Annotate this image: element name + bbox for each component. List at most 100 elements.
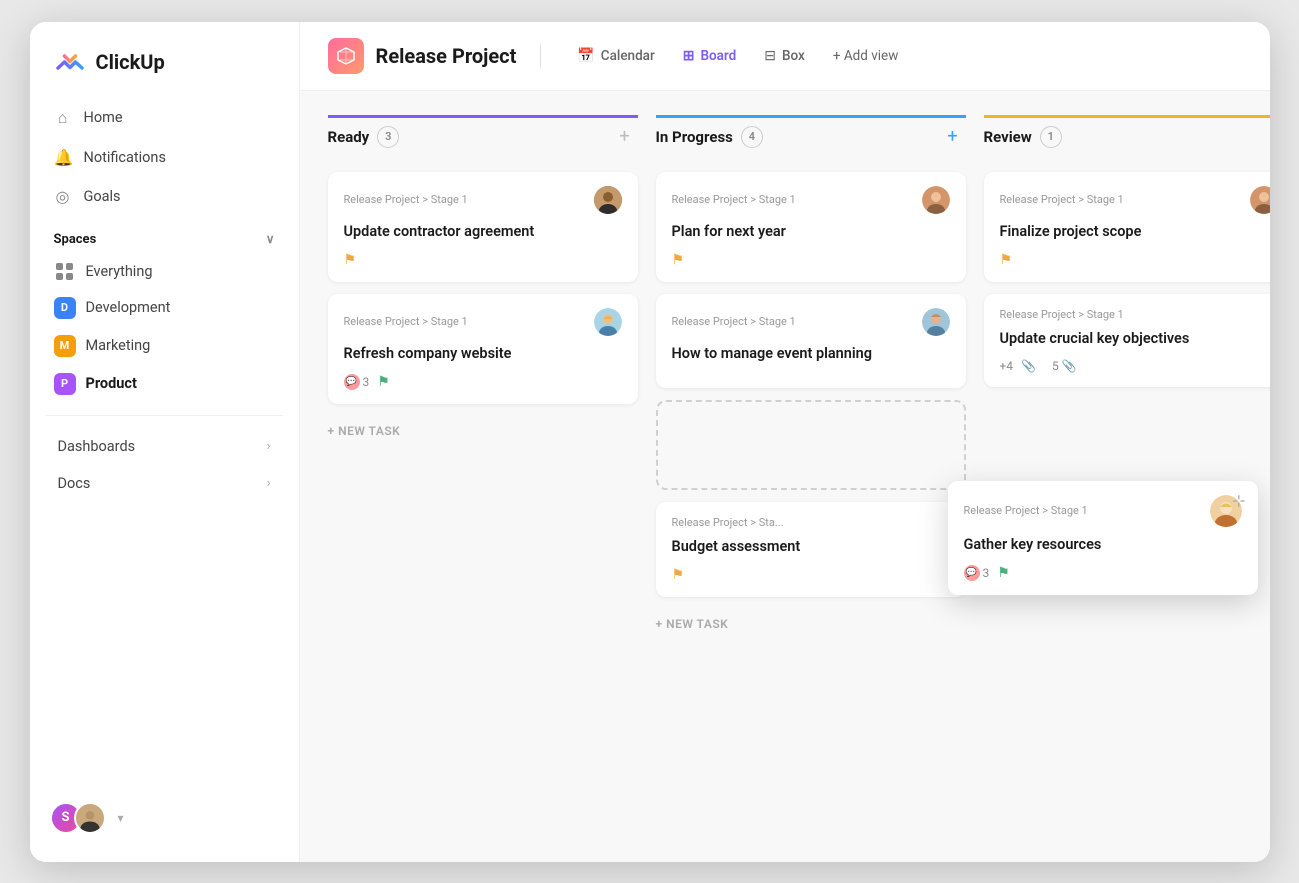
project-title-area: Release Project — [328, 38, 517, 74]
person4-avatar — [922, 308, 950, 336]
column-title-review: Review — [984, 128, 1032, 146]
flag-orange-icon-3: ⚑ — [672, 252, 685, 268]
card-title-2: Refresh company website — [344, 344, 622, 364]
flag-orange-icon-6: ⚑ — [1000, 252, 1013, 268]
flag-orange-icon-1: ⚑ — [344, 252, 357, 268]
clickup-logo-icon — [54, 46, 86, 78]
avatar-stack: S — [50, 802, 106, 834]
card-meta-5: Release Project > Sta... — [672, 516, 950, 529]
card-title-4: How to manage event planning — [672, 344, 950, 364]
column-count-review: 1 — [1040, 126, 1062, 148]
sidebar: ClickUp ⌂ Home 🔔 Notifications ◎ Goals S… — [30, 22, 300, 862]
card-title-7: Update crucial key objectives — [1000, 329, 1270, 349]
task-card-6[interactable]: Release Project > Stage 1 Finalize proje… — [984, 172, 1270, 282]
sidebar-item-docs[interactable]: Docs › — [34, 465, 295, 502]
product-dot: P — [54, 373, 76, 395]
column-ready: Ready 3 + Release Project > Stage 1 — [328, 115, 638, 447]
home-icon: ⌂ — [54, 108, 72, 128]
person2-avatar — [594, 308, 622, 336]
tab-calendar[interactable]: 📅 Calendar — [565, 42, 666, 70]
floating-card-meta: Release Project > Stage 1 — [964, 495, 1242, 527]
column-header-review: Review 1 + — [984, 115, 1270, 160]
header-divider — [540, 44, 541, 68]
sidebar-item-label-everything: Everything — [86, 263, 153, 280]
floating-flag-icon: ⚑ — [997, 565, 1010, 581]
app-window: ClickUp ⌂ Home 🔔 Notifications ◎ Goals S… — [30, 22, 1270, 862]
task-card-2[interactable]: Release Project > Stage 1 Refresh compan… — [328, 294, 638, 404]
view-tabs: 📅 Calendar ⊞ Board ⊟ Box + Add view — [565, 42, 910, 70]
person6-avatar — [1250, 186, 1270, 214]
user-avatar-photo — [74, 802, 106, 834]
dashboards-label: Dashboards — [58, 438, 136, 455]
card-footer-5: ⚑ — [672, 567, 950, 583]
sidebar-item-label-notifications: Notifications — [84, 149, 166, 166]
task-card-5[interactable]: Release Project > Sta... Budget assessme… — [656, 502, 966, 597]
card-avatar-3 — [922, 186, 950, 214]
column-add-review[interactable]: + — [1268, 124, 1270, 150]
attachment-clip-left: 📎 — [1021, 359, 1036, 373]
grid-icon — [56, 263, 74, 281]
user-profile-area[interactable]: S ▾ — [30, 790, 299, 846]
attachment-extra: +4 — [1000, 359, 1014, 373]
sidebar-item-label-goals: Goals — [84, 188, 121, 205]
sidebar-item-product[interactable]: P Product — [42, 365, 287, 403]
sidebar-nav: ⌂ Home 🔔 Notifications ◎ Goals — [30, 98, 299, 216]
person1-avatar — [594, 186, 622, 214]
card-title-3: Plan for next year — [672, 222, 950, 242]
user-dropdown-icon: ▾ — [118, 811, 124, 825]
user-face-icon — [76, 802, 104, 834]
sidebar-item-label-marketing: Marketing — [86, 337, 151, 354]
sidebar-item-dashboards[interactable]: Dashboards › — [34, 428, 295, 465]
column-review: Review 1 + Release Project > Stage 1 — [984, 115, 1270, 388]
calendar-icon: 📅 — [577, 48, 594, 64]
add-view-button[interactable]: + Add view — [821, 42, 911, 70]
new-task-ready[interactable]: + NEW TASK — [328, 416, 638, 446]
card-meta-1: Release Project > Stage 1 — [344, 186, 622, 214]
card-title-5: Budget assessment — [672, 537, 950, 557]
main-content: Release Project 📅 Calendar ⊞ Board ⊟ Box… — [300, 22, 1270, 862]
column-title-ready: Ready — [328, 128, 370, 146]
card-footer-7: +4 📎 5 📎 — [1000, 359, 1270, 373]
board-area: Ready 3 + Release Project > Stage 1 — [300, 91, 1270, 862]
sidebar-item-label-home: Home — [84, 109, 123, 126]
spaces-section-label: Spaces ∨ — [30, 216, 299, 255]
column-header-ready: Ready 3 + — [328, 115, 638, 160]
floating-comment-icon: 💬 — [964, 565, 980, 581]
task-card-4[interactable]: Release Project > Stage 1 How to manage … — [656, 294, 966, 388]
spaces-chevron-icon[interactable]: ∨ — [266, 232, 275, 246]
tab-box[interactable]: ⊟ Box — [752, 42, 817, 70]
sidebar-item-marketing[interactable]: M Marketing — [42, 327, 287, 365]
card-title-1: Update contractor agreement — [344, 222, 622, 242]
task-card-7[interactable]: Release Project > Stage 1 Update crucial… — [984, 294, 1270, 387]
task-card-1[interactable]: Release Project > Stage 1 Update contrac… — [328, 172, 638, 282]
floating-comment-count: 3 — [983, 566, 990, 580]
column-count-in-progress: 4 — [741, 126, 763, 148]
card-avatar-6 — [1250, 186, 1270, 214]
sidebar-item-label-product: Product — [86, 375, 137, 392]
comment-icon-2: 💬 — [344, 374, 360, 390]
sidebar-item-home[interactable]: ⌂ Home — [42, 98, 287, 138]
card-footer-2: 💬 3 ⚑ — [344, 374, 622, 390]
new-task-in-progress[interactable]: + NEW TASK — [656, 609, 966, 639]
marketing-dot: M — [54, 335, 76, 357]
person3-avatar — [922, 186, 950, 214]
card-avatar-1 — [594, 186, 622, 214]
card-meta-7: Release Project > Stage 1 — [1000, 308, 1270, 321]
floating-comment-badge: 💬 3 — [964, 565, 990, 581]
tab-board[interactable]: ⊞ Board — [671, 42, 749, 70]
board-icon: ⊞ — [683, 48, 695, 64]
card-footer-3: ⚑ — [672, 252, 950, 268]
sidebar-item-goals[interactable]: ◎ Goals — [42, 177, 287, 216]
bell-icon: 🔔 — [54, 148, 72, 167]
column-add-ready[interactable]: + — [612, 124, 638, 150]
project-icon — [328, 38, 364, 74]
column-add-in-progress[interactable]: + — [940, 124, 966, 150]
sidebar-item-development[interactable]: D Development — [42, 289, 287, 327]
card-title-6: Finalize project scope — [1000, 222, 1270, 242]
task-card-3[interactable]: Release Project > Stage 1 Plan for next … — [656, 172, 966, 282]
sidebar-item-notifications[interactable]: 🔔 Notifications — [42, 138, 287, 177]
floating-card[interactable]: ⊹ Release Project > Stage 1 Gather key r… — [948, 481, 1258, 595]
development-dot: D — [54, 297, 76, 319]
sidebar-item-everything[interactable]: Everything — [42, 255, 287, 289]
card-footer-1: ⚑ — [344, 252, 622, 268]
